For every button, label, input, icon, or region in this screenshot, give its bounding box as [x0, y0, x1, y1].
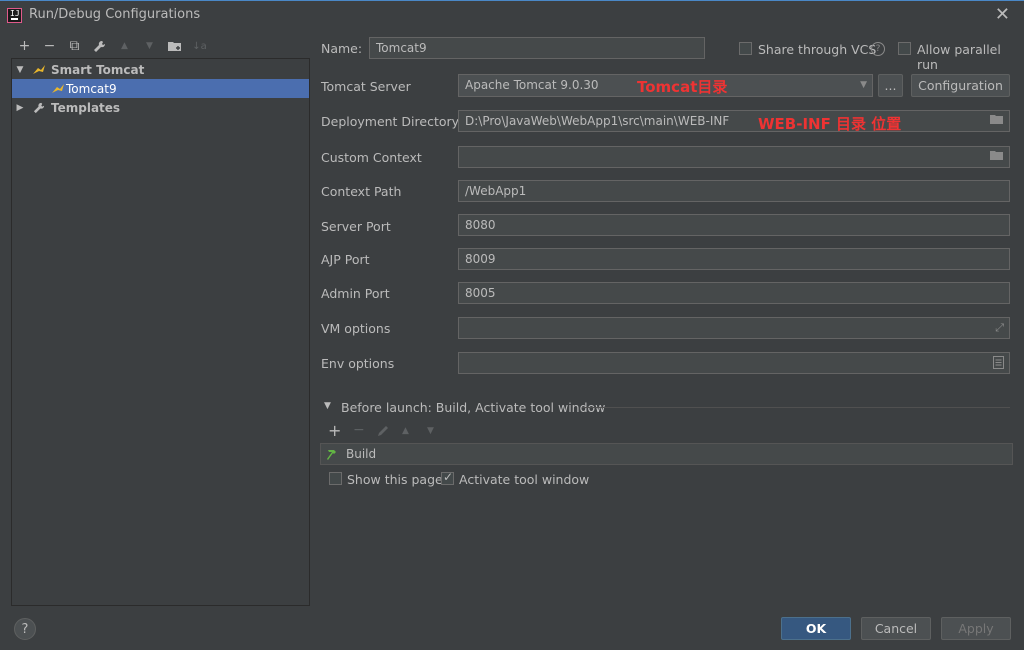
folder-icon[interactable] — [990, 114, 1004, 128]
sort-icon[interactable]: ↓a — [187, 36, 212, 56]
folder-add-icon[interactable] — [162, 36, 187, 56]
annotation-tomcat-dir: Tomcat目录 — [637, 78, 728, 96]
context-path-input[interactable]: /WebApp1 — [458, 180, 1010, 202]
edit-task-icon[interactable] — [377, 424, 390, 440]
folder-icon[interactable] — [990, 150, 1004, 164]
copy-icon[interactable]: ⧉ — [62, 36, 87, 56]
tree-label: Tomcat9 — [66, 81, 117, 96]
tree-node-templates[interactable]: ▶ Templates — [12, 98, 309, 117]
name-label: Name: — [321, 41, 363, 56]
server-port-label: Server Port — [321, 219, 391, 234]
tree-node-tomcat9[interactable]: Tomcat9 — [12, 79, 309, 98]
before-launch-task-list: Build — [320, 443, 1013, 465]
chevron-down-icon: ▼ — [860, 80, 867, 90]
close-icon[interactable]: ✕ — [995, 4, 1010, 25]
show-page-checkbox[interactable] — [329, 472, 342, 485]
admin-port-input[interactable]: 8005 — [458, 282, 1010, 304]
window-title: Run/Debug Configurations — [29, 7, 201, 22]
share-vcs-label: Share through VCS — [758, 42, 877, 57]
configuration-button[interactable]: Configuration — [911, 74, 1010, 97]
before-launch-divider — [582, 407, 1010, 408]
ajp-port-label: AJP Port — [321, 252, 370, 267]
cancel-button[interactable]: Cancel — [861, 617, 931, 640]
move-task-up-icon[interactable]: ▲ — [402, 426, 409, 436]
vm-options-input[interactable]: ⤢ — [458, 317, 1010, 339]
config-toolbar: + − ⧉ ▲ ▼ ↓a — [12, 36, 212, 56]
config-tree: ▼ Smart Tomcat Tomcat9 ▶ Templates — [11, 58, 310, 606]
ajp-port-input[interactable]: 8009 — [458, 248, 1010, 270]
browse-button[interactable]: ... — [878, 74, 903, 97]
tree-label: Smart Tomcat — [51, 62, 145, 77]
admin-port-label: Admin Port — [321, 286, 390, 301]
list-icon[interactable] — [993, 356, 1004, 372]
collapse-arrow-icon[interactable]: ▼ — [324, 401, 331, 411]
name-input[interactable]: Tomcat9 — [369, 37, 705, 59]
custom-context-input[interactable] — [458, 146, 1010, 168]
wrench-icon[interactable] — [87, 36, 112, 56]
wrench-icon — [31, 101, 47, 115]
activate-tool-window-label: Activate tool window — [459, 472, 590, 487]
env-options-label: Env options — [321, 356, 395, 371]
activate-tool-window-checkbox[interactable] — [441, 470, 454, 485]
move-task-down-icon[interactable]: ▼ — [427, 426, 434, 436]
vm-options-label: VM options — [321, 321, 391, 336]
allow-parallel-checkbox[interactable] — [898, 42, 911, 55]
title-bar: IJ Run/Debug Configurations ✕ — [0, 0, 1024, 30]
env-options-input[interactable] — [458, 352, 1010, 374]
allow-parallel-label: Allow parallel run — [917, 42, 1001, 72]
list-item[interactable]: Build — [327, 447, 1006, 461]
intellij-icon: IJ — [7, 8, 22, 23]
ok-button[interactable]: OK — [781, 617, 851, 640]
deployment-dir-label: Deployment Directory — [321, 114, 460, 129]
custom-context-label: Custom Context — [321, 150, 422, 165]
tomcat-icon — [31, 63, 47, 77]
task-label: Build — [346, 447, 377, 461]
tomcat-server-label: Tomcat Server — [321, 79, 411, 94]
help-icon[interactable]: ? — [871, 42, 885, 56]
collapse-arrow-icon[interactable]: ▶ — [15, 103, 25, 113]
tree-node-smart-tomcat[interactable]: ▼ Smart Tomcat — [12, 60, 309, 79]
add-icon[interactable]: + — [12, 36, 37, 56]
deployment-dir-input[interactable]: D:\Pro\JavaWeb\WebApp1\src\main\WEB-INF — [458, 110, 1010, 132]
show-page-label: Show this page — [347, 472, 443, 487]
context-path-label: Context Path — [321, 184, 402, 199]
tree-label: Templates — [51, 100, 121, 115]
expand-arrow-icon[interactable]: ▼ — [15, 65, 25, 75]
move-down-icon[interactable]: ▼ — [137, 36, 162, 56]
tomcat-icon — [50, 82, 66, 96]
before-launch-title[interactable]: Before launch: Build, Activate tool wind… — [341, 400, 605, 415]
deployment-dir-value: D:\Pro\JavaWeb\WebApp1\src\main\WEB-INF — [465, 114, 730, 128]
annotation-webinf-dir: WEB-INF 目录 位置 — [758, 115, 902, 133]
apply-button[interactable]: Apply — [941, 617, 1011, 640]
tomcat-server-value: Apache Tomcat 9.0.30 — [465, 78, 599, 92]
remove-icon[interactable]: − — [37, 36, 62, 56]
help-button[interactable]: ? — [14, 618, 36, 640]
share-vcs-checkbox[interactable] — [739, 42, 752, 55]
add-task-icon[interactable]: + — [328, 421, 341, 440]
server-port-input[interactable]: 8080 — [458, 214, 1010, 236]
move-up-icon[interactable]: ▲ — [112, 36, 137, 56]
remove-task-icon[interactable]: − — [353, 422, 365, 438]
expand-icon[interactable]: ⤢ — [995, 321, 1004, 335]
hammer-icon — [327, 449, 336, 460]
